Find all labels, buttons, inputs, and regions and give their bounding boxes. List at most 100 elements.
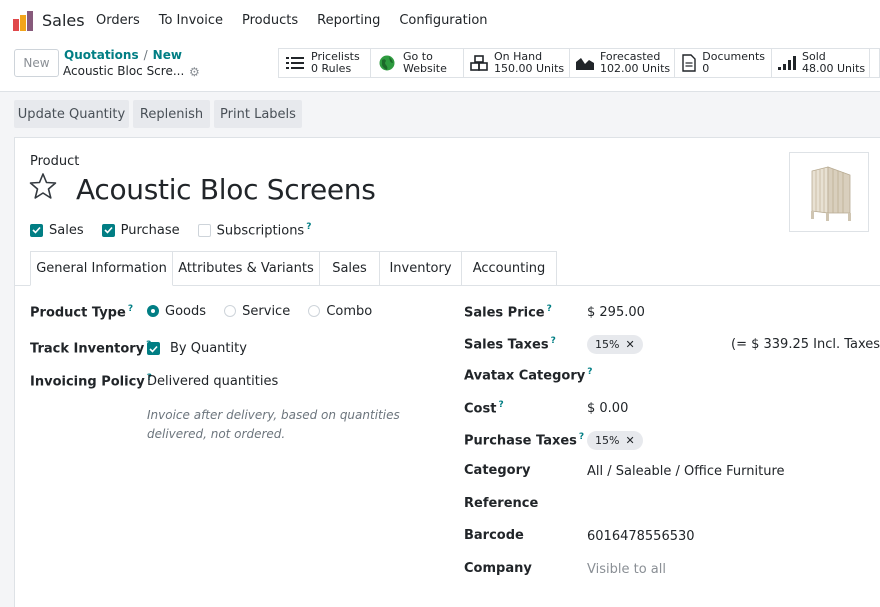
product-type-radio-group: Goods Service Combo (147, 304, 386, 319)
documents-button[interactable]: Documents 0 (675, 48, 772, 78)
menu-to-invoice[interactable]: To Invoice (159, 13, 223, 28)
reference-label: Reference (464, 496, 539, 511)
track-inventory-select[interactable]: By Quantity (170, 341, 247, 356)
category-label: Category (464, 463, 531, 478)
website-label-2: Website (403, 62, 447, 75)
help-icon[interactable]: ? (587, 367, 592, 377)
app-name[interactable]: Sales (42, 11, 85, 30)
signal-icon (778, 54, 796, 72)
radio-service[interactable] (224, 305, 237, 317)
forecasted-value: 102.00 Units (600, 62, 671, 75)
globe-icon (377, 54, 397, 72)
barcode-label: Barcode (464, 528, 524, 543)
subscriptions-checkbox[interactable] (197, 223, 211, 237)
purchase-tax-tag[interactable]: 15% ✕ (587, 431, 643, 450)
documents-value: 0 (702, 62, 710, 75)
sales-tax-tag[interactable]: 15% ✕ (587, 335, 643, 354)
sales-price-incl-taxes: (= $ 339.25 Incl. Taxes) (731, 337, 880, 352)
remove-tag-icon[interactable]: ✕ (625, 338, 634, 351)
purchase-checkbox-label: Purchase (120, 222, 180, 238)
control-panel: New Quotations / New Acoustic Bloc Scre...… (0, 42, 880, 119)
sales-price-label: Sales Price? (464, 304, 552, 321)
tab-sales[interactable]: Sales (320, 251, 380, 286)
product-label: Product (30, 154, 80, 169)
radio-combo[interactable] (308, 305, 321, 317)
company-label: Company (464, 561, 532, 576)
on-hand-value: 150.00 Units (494, 62, 565, 75)
area-chart-icon (576, 54, 594, 72)
invoicing-policy-select[interactable]: Delivered quantities (147, 374, 278, 389)
form-tabs: General Information Attributes & Variant… (30, 251, 557, 286)
remove-tag-icon[interactable]: ✕ (625, 434, 634, 447)
product-image[interactable] (789, 152, 869, 232)
avatax-category-label: Avatax Category? (464, 367, 593, 384)
product-name-input[interactable]: Acoustic Bloc Screens (76, 173, 376, 206)
help-icon[interactable]: ? (306, 222, 311, 232)
radio-goods[interactable] (147, 305, 159, 317)
smart-buttons: Pricelists 0 Rules Go to Website On Hand 15… (278, 48, 880, 78)
forecasted-button[interactable]: Forecasted 102.00 Units (570, 48, 675, 78)
print-labels-button[interactable]: Print Labels (214, 100, 302, 128)
help-icon[interactable]: ? (128, 304, 133, 314)
radio-service-label: Service (242, 304, 291, 319)
sales-taxes-label: Sales Taxes? (464, 336, 556, 353)
acoustic-screen-image (811, 166, 851, 221)
update-quantity-button[interactable]: Update Quantity (14, 100, 129, 128)
cost-input[interactable]: $ 0.00 (587, 401, 628, 416)
help-icon[interactable]: ? (498, 400, 503, 410)
more-smart-button[interactable] (870, 48, 880, 78)
cubes-icon (470, 54, 488, 72)
invoicing-policy-label: Invoicing Policy? (30, 373, 152, 390)
cost-label: Cost? (464, 400, 504, 417)
company-select[interactable]: Visible to all (587, 562, 666, 577)
menu-reporting[interactable]: Reporting (317, 13, 380, 28)
top-navbar: Sales Orders To Invoice Products Reporti… (0, 0, 880, 42)
new-button[interactable]: New (14, 49, 59, 77)
replenish-button[interactable]: Replenish (133, 100, 210, 128)
list-icon (285, 54, 305, 72)
product-form-sheet: Product Acoustic Bloc Screens Sales Purc… (14, 137, 880, 607)
barcode-input[interactable]: 6016478556530 (587, 529, 695, 544)
breadcrumb-quotations[interactable]: Quotations (64, 48, 139, 62)
category-select[interactable]: All / Saleable / Office Furniture (587, 464, 785, 479)
menu-orders[interactable]: Orders (96, 13, 140, 28)
star-icon[interactable] (29, 172, 57, 200)
radio-goods-label: Goods (165, 304, 207, 319)
gear-icon[interactable]: ⚙ (189, 65, 200, 79)
go-to-website-button[interactable]: Go to Website (371, 48, 464, 78)
tab-attributes-variants[interactable]: Attributes & Variants (173, 251, 320, 286)
purchase-taxes-label: Purchase Taxes? (464, 432, 585, 449)
help-icon[interactable]: ? (547, 304, 552, 314)
on-hand-button[interactable]: On Hand 150.00 Units (464, 48, 570, 78)
radio-combo-label: Combo (326, 304, 373, 319)
document-icon (681, 54, 696, 72)
invoicing-policy-note: Invoice after delivery, based on quantit… (147, 408, 400, 441)
tab-general-information[interactable]: General Information (30, 251, 173, 286)
sold-value: 48.00 Units (802, 62, 866, 75)
track-inventory-label: Track Inventory? (30, 340, 151, 356)
help-icon[interactable]: ? (579, 432, 584, 442)
menu-products[interactable]: Products (242, 13, 298, 28)
sold-button[interactable]: Sold 48.00 Units (772, 48, 870, 78)
sales-price-input[interactable]: $ 295.00 (587, 305, 645, 320)
track-inventory-field: By Quantity (147, 341, 247, 356)
tab-accounting[interactable]: Accounting (462, 251, 557, 286)
sales-checkbox-label: Sales (49, 222, 84, 238)
product-options: Sales Purchase Subscriptions? (30, 222, 329, 238)
breadcrumb: Quotations / New (64, 48, 182, 62)
main-menu: Orders To Invoice Products Reporting Con… (96, 13, 507, 28)
action-bar: Update Quantity Replenish Print Labels (0, 93, 880, 136)
record-name: Acoustic Bloc Scre... (63, 64, 185, 78)
pricelists-value: 0 Rules (311, 62, 352, 75)
sales-checkbox[interactable] (30, 223, 43, 237)
help-icon[interactable]: ? (551, 336, 556, 346)
track-inventory-checkbox[interactable] (147, 342, 160, 355)
pricelists-button[interactable]: Pricelists 0 Rules (278, 48, 371, 78)
product-type-label: Product Type? (30, 304, 134, 321)
sales-app-icon[interactable] (12, 10, 34, 32)
breadcrumb-new[interactable]: New (153, 48, 182, 62)
documents-label: Documents (702, 50, 765, 63)
tab-inventory[interactable]: Inventory (380, 251, 462, 286)
purchase-checkbox[interactable] (101, 223, 115, 237)
menu-configuration[interactable]: Configuration (399, 13, 487, 28)
